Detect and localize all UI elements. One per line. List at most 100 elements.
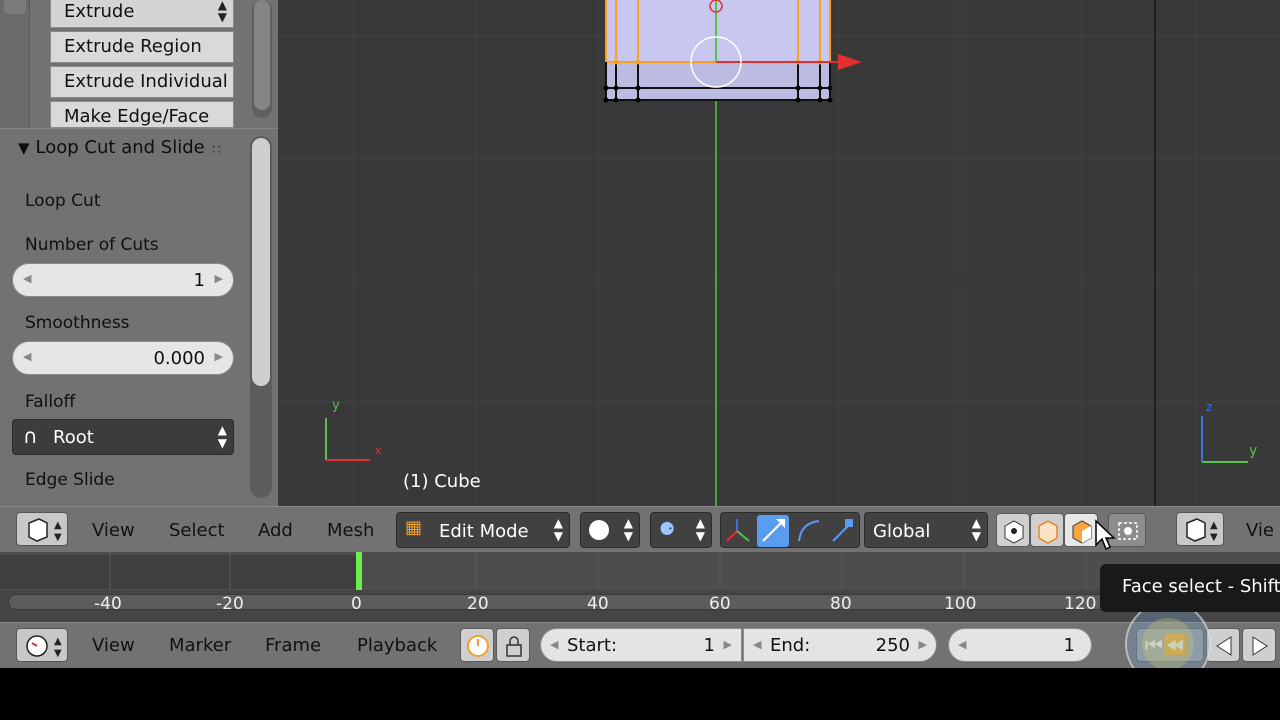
increment-arrow-icon[interactable]: ▶ [215,272,223,285]
edge-slide-label: Edge Slide [25,470,115,490]
orientation-value: Global [873,521,931,542]
number-of-cuts-field[interactable]: ◀ 1 ▶ [12,263,234,297]
menu-view[interactable]: View [92,520,135,541]
start-label: Start: [567,635,618,656]
increment-arrow-icon[interactable]: ▶ [215,350,223,363]
editor-type-icon: ▲▼ [1186,518,1218,543]
timeline-scrollbar[interactable] [8,594,1108,610]
dropdown-arrows-icon: ▲ ▼ [217,423,227,450]
operator-panel-header[interactable]: ▼ Loop Cut and Slide [18,137,205,158]
mode-dropdown[interactable]: ▦ Edit Mode ▲ ▼ [396,512,570,548]
3d-viewport[interactable] [278,0,1154,506]
falloff-value: Root [53,427,94,448]
edge-select-icon [1038,520,1058,544]
extrude-individual-label: Extrude Individual [64,71,228,92]
decrement-arrow-icon[interactable]: ◀ [23,272,31,285]
panel-drag-grip-icon[interactable]: ∷ [212,142,221,158]
make-edge-face-button[interactable]: Make Edge/Face [50,101,234,128]
decrement-arrow-icon[interactable]: ◀ [23,350,31,363]
start-value: 1 [703,635,715,656]
end-value: 250 [875,635,910,656]
increment-arrow-icon[interactable]: ▶ [724,638,732,651]
letterbox-bottom [0,668,1280,720]
dropdown-arrows-icon: ▲ ▼ [217,0,227,24]
svg-text:▲: ▲ [54,636,62,647]
timeline-menu-marker[interactable]: Marker [169,635,231,656]
falloff-label: Falloff [25,392,76,412]
decrement-arrow-icon[interactable]: ◀ [958,638,966,651]
tick-label: 80 [830,594,852,614]
end-frame-field[interactable]: ◀ End: 250 ▶ [743,628,937,662]
editor-type-icon: ▲▼ [28,518,62,543]
menu-mesh[interactable]: Mesh [327,520,374,541]
vertex-select-button[interactable] [996,513,1030,547]
3d-viewport-right[interactable] [1156,0,1280,506]
tick-label: -20 [216,594,244,614]
tab-corner-icon[interactable] [4,0,26,14]
extrude-individual-button[interactable]: Extrude Individual [50,66,234,98]
menu-select[interactable]: Select [169,520,225,541]
operator-panel-scrollbar-thumb[interactable] [252,138,270,386]
face-select-button[interactable] [1064,513,1098,547]
editor-type-selector-right[interactable]: ▲ ▼ [1176,512,1224,546]
axis-z-letter: z [1206,400,1213,414]
tick-label: 0 [351,594,362,614]
edge-select-button[interactable] [1030,513,1064,547]
viewport-shading-dropdown[interactable]: ▲ ▼ [580,512,640,548]
make-edge-face-label: Make Edge/Face [64,106,210,127]
falloff-dropdown[interactable]: ∩ Root ▲ ▼ [12,419,234,455]
tick-label: 40 [587,594,609,614]
extrude-label: Extrude [64,1,135,22]
dropdown-arrows-icon: ▲ ▼ [695,516,705,543]
play-button[interactable] [1242,628,1276,662]
root-curve-icon: ∩ [23,424,38,448]
tool-shelf-scrollbar-thumb[interactable] [254,0,270,110]
viewport-shading-icon [589,520,609,540]
smoothness-label: Smoothness [25,313,130,333]
decrement-arrow-icon[interactable]: ◀ [753,638,761,651]
timeline-editor-type-selector[interactable]: ▲ ▼ [16,628,68,662]
editor-type-selector[interactable]: ▲ ▼ [16,512,68,546]
extrude-region-label: Extrude Region [64,36,202,57]
mouse-cursor-icon [1094,519,1116,555]
timeline-channel-region[interactable] [0,552,1280,590]
orientation-dropdown[interactable]: Global ▲ ▼ [864,512,988,548]
loop-cut-label: Loop Cut [25,191,101,211]
svg-text:▼: ▼ [1210,532,1218,543]
axis-y-letter: y [332,398,340,413]
start-frame-field[interactable]: ◀ Start: 1 ▶ [540,628,742,662]
current-frame-value: 1 [1063,635,1075,656]
timeline-menu-playback[interactable]: Playback [357,635,437,656]
tick-label: 100 [944,594,977,614]
tick-label: 120 [1064,594,1097,614]
tool-shelf-tabs[interactable] [0,0,30,128]
axis-x-letter: x [375,444,382,457]
edit-mode-icon: ▦ [405,517,423,538]
svg-text:▼: ▼ [54,532,62,543]
smoothness-field[interactable]: ◀ 0.000 ▶ [12,341,234,375]
menu-view-right[interactable]: Vie [1246,520,1274,541]
decrement-arrow-icon[interactable]: ◀ [550,638,558,651]
increment-arrow-icon[interactable]: ▶ [919,638,927,651]
use-preview-range-button[interactable] [460,628,494,662]
lock-frame-range-button[interactable] [496,628,530,662]
axis-widget-left [325,418,370,461]
pivot-point-dropdown[interactable]: ⚈ ▲ ▼ [650,512,712,548]
timeline-menu-view[interactable]: View [92,635,135,656]
x-arrow-icon [838,54,862,70]
extrude-dropdown[interactable]: Extrude ▲ ▼ [50,0,234,28]
extrude-region-button[interactable]: Extrude Region [50,31,234,63]
svg-text:▲: ▲ [54,520,62,531]
object-info-label: (1) Cube [403,471,481,492]
pivot-point-icon: ⚈ [659,519,676,540]
menu-add[interactable]: Add [258,520,293,541]
current-frame-field[interactable]: ◀ 1 [948,628,1092,662]
axis-y-letter-right: y [1249,443,1258,459]
current-frame-indicator [356,552,362,590]
svg-text:▲: ▲ [1210,520,1218,531]
lock-icon [506,636,522,657]
viewport-right-canvas [1156,0,1280,506]
tick-label: 20 [467,594,489,614]
timeline-menu-frame[interactable]: Frame [265,635,321,656]
manipulator-group [720,512,860,548]
